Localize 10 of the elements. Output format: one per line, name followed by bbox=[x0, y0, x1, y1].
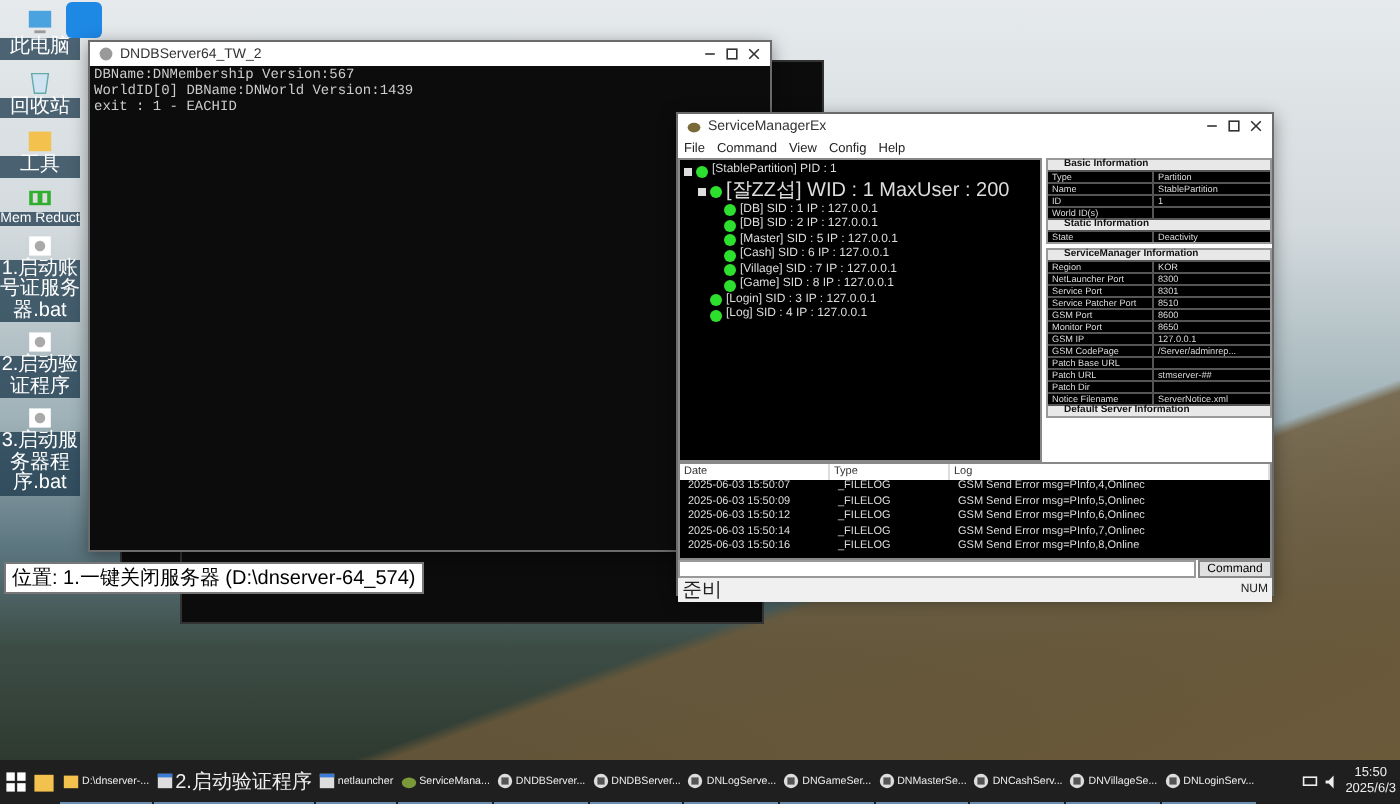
tooltip: 位置: 1.一键关闭服务器 (D:\dnserver-64_574) bbox=[4, 562, 424, 594]
tree-node[interactable]: [잘ZZ섭] WID : 1 MaxUser : 200 bbox=[726, 179, 1010, 203]
status-text: 준비 bbox=[682, 578, 722, 604]
desktop-icon-label[interactable]: 2.启动验证程序 bbox=[0, 356, 80, 399]
taskbar-item[interactable]: 2.启动验证程序 bbox=[153, 761, 314, 803]
desktop-icon-label[interactable]: 1.启动账号证服务器.bat bbox=[0, 259, 80, 323]
desktop-icon-label[interactable]: 3.启动服务器程序.bat bbox=[0, 432, 80, 496]
desktop-icon-label[interactable]: 回收站 bbox=[0, 97, 80, 118]
desktop-icon-label[interactable]: 此电脑 bbox=[0, 38, 80, 59]
desktop-icon-label[interactable]: 工具 bbox=[0, 156, 80, 177]
